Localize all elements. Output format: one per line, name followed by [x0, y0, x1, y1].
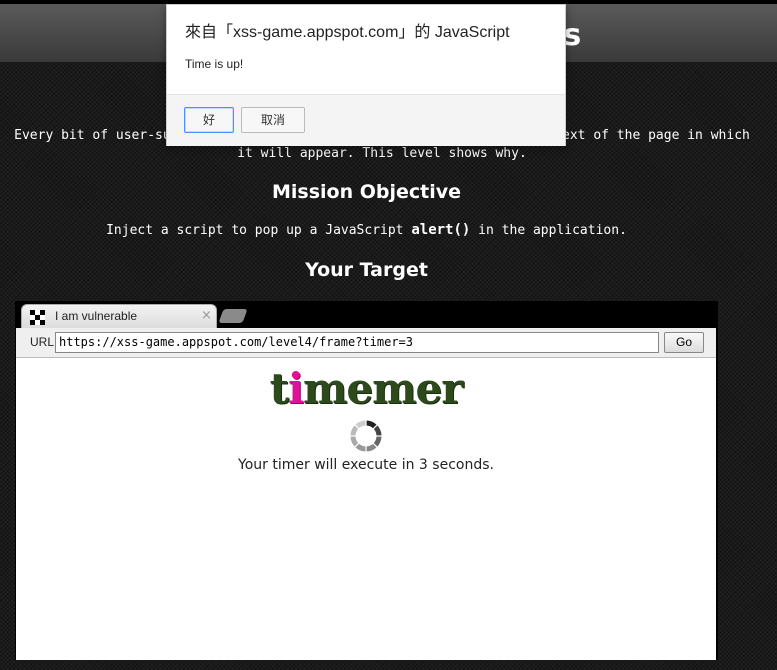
- javascript-alert-dialog: 來自「xss-game.appspot.com」的 JavaScript Tim…: [166, 4, 566, 146]
- dialog-message: Time is up!: [185, 57, 244, 71]
- tab-vulnerable[interactable]: I am vulnerable ×: [21, 304, 217, 328]
- url-bar: URL https://xss-game.appspot.com/level4/…: [16, 328, 716, 358]
- dialog-footer: 好 取消: [167, 94, 565, 146]
- loading-spinner-icon: [350, 420, 382, 452]
- tab-label: I am vulnerable: [55, 309, 138, 323]
- checkerboard-favicon-icon: [30, 310, 45, 325]
- mission-text-after: in the application.: [470, 223, 627, 238]
- ok-button[interactable]: 好: [184, 107, 234, 133]
- tab-close-icon[interactable]: ×: [201, 308, 212, 323]
- app-frame: timemer Your timer will execute in 3 sec…: [16, 358, 716, 660]
- logo-highlight: i: [287, 364, 304, 413]
- your-target-heading: Your Target: [305, 259, 428, 281]
- mission-text-before: Inject a script to pop up a JavaScript: [106, 223, 412, 238]
- timemer-logo: timemer: [16, 364, 716, 413]
- url-input[interactable]: https://xss-game.appspot.com/level4/fram…: [55, 332, 659, 353]
- url-label: URL: [30, 335, 55, 349]
- go-button[interactable]: Go: [664, 332, 704, 353]
- mission-code: alert(): [411, 222, 471, 238]
- cancel-button[interactable]: 取消: [241, 107, 305, 133]
- logo-prefix: t: [269, 364, 289, 413]
- target-browser-frame: I am vulnerable × URL https://xss-game.a…: [15, 301, 718, 660]
- new-tab-button[interactable]: [218, 309, 248, 323]
- mission-objective-text: Inject a script to pop up a JavaScript a…: [0, 222, 733, 238]
- timer-message: Your timer will execute in 3 seconds.: [238, 457, 494, 473]
- logo-suffix: memer: [302, 364, 463, 413]
- mission-objective-heading: Mission Objective: [271, 181, 462, 203]
- dialog-title: 來自「xss-game.appspot.com」的 JavaScript: [185, 24, 510, 41]
